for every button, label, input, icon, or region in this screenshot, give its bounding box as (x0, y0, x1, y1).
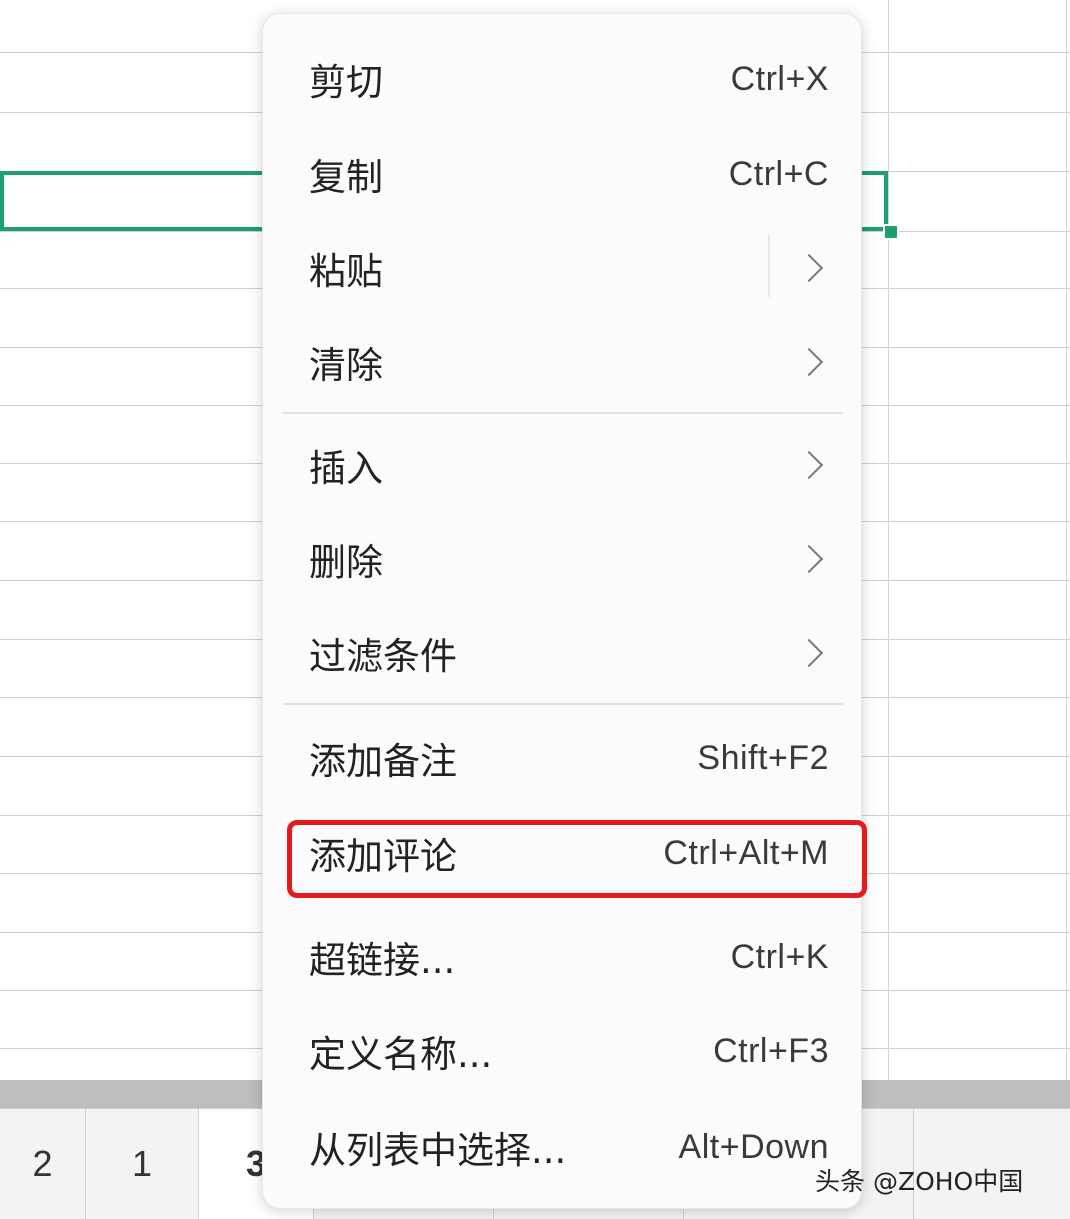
menu-item-label: 删除 (309, 541, 383, 584)
chevron-right-icon (794, 544, 824, 574)
menu-item-copy[interactable]: 复制 Ctrl+C (263, 127, 863, 221)
menu-item-shortcut: Ctrl+X (730, 59, 829, 98)
menu-item-delete[interactable]: 删除 (263, 512, 863, 606)
menu-item-cut[interactable]: 剪切 Ctrl+X (263, 32, 863, 126)
chevron-right-icon (794, 450, 824, 480)
menu-item-paste[interactable]: 粘贴 (263, 221, 863, 315)
menu-item-label: 添加备注 (309, 740, 457, 783)
menu-item-label: 粘贴 (309, 250, 383, 293)
menu-separator (283, 703, 843, 705)
sheet-tab[interactable]: 2 (0, 1109, 86, 1219)
menu-item-filter[interactable]: 过滤条件 (263, 606, 863, 700)
menu-item-insert[interactable]: 插入 (263, 418, 863, 512)
chevron-right-icon (794, 347, 824, 377)
menu-item-pick-from-list[interactable]: 从列表中选择... Alt+Down (263, 1100, 863, 1194)
menu-item-shortcut: Shift+F2 (697, 738, 829, 777)
menu-item-label: 超链接... (309, 939, 456, 982)
menu-item-clear[interactable]: 清除 (263, 315, 863, 409)
column-line (888, 0, 889, 1080)
menu-item-add-note[interactable]: 添加备注 Shift+F2 (263, 711, 863, 805)
highlight-annotation-box (287, 820, 867, 898)
chevron-right-icon (794, 253, 824, 283)
sheet-tab[interactable]: 1 (86, 1109, 199, 1219)
menu-item-label: 清除 (309, 344, 383, 387)
context-menu: 剪切 Ctrl+X 复制 Ctrl+C 粘贴 清除 插入 删除 过滤条件 添加备… (262, 13, 862, 1209)
menu-item-label: 剪切 (309, 61, 383, 104)
chevron-right-icon (794, 638, 824, 668)
menu-item-hyperlink[interactable]: 超链接... Ctrl+K (263, 910, 863, 1004)
sheet-tab-label: 1 (131, 1143, 153, 1184)
submenu-divider (768, 235, 770, 297)
menu-item-shortcut: Ctrl+F3 (713, 1031, 829, 1070)
fill-handle[interactable] (883, 224, 899, 240)
menu-separator (283, 412, 843, 414)
menu-item-shortcut: Alt+Down (678, 1127, 829, 1166)
menu-item-shortcut: Ctrl+C (728, 154, 829, 193)
watermark: 头条 @ZOHO中国 (815, 1167, 1024, 1196)
sheet-tab-label: 2 (32, 1143, 53, 1184)
menu-item-define-name[interactable]: 定义名称... Ctrl+F3 (263, 1004, 863, 1098)
menu-item-label: 过滤条件 (309, 635, 457, 678)
menu-item-label: 插入 (309, 447, 383, 490)
menu-item-label: 复制 (309, 156, 383, 199)
column-line (1066, 0, 1067, 1080)
menu-item-shortcut: Ctrl+K (730, 937, 829, 976)
menu-item-label: 定义名称... (309, 1033, 493, 1076)
menu-item-label: 从列表中选择... (309, 1129, 567, 1172)
